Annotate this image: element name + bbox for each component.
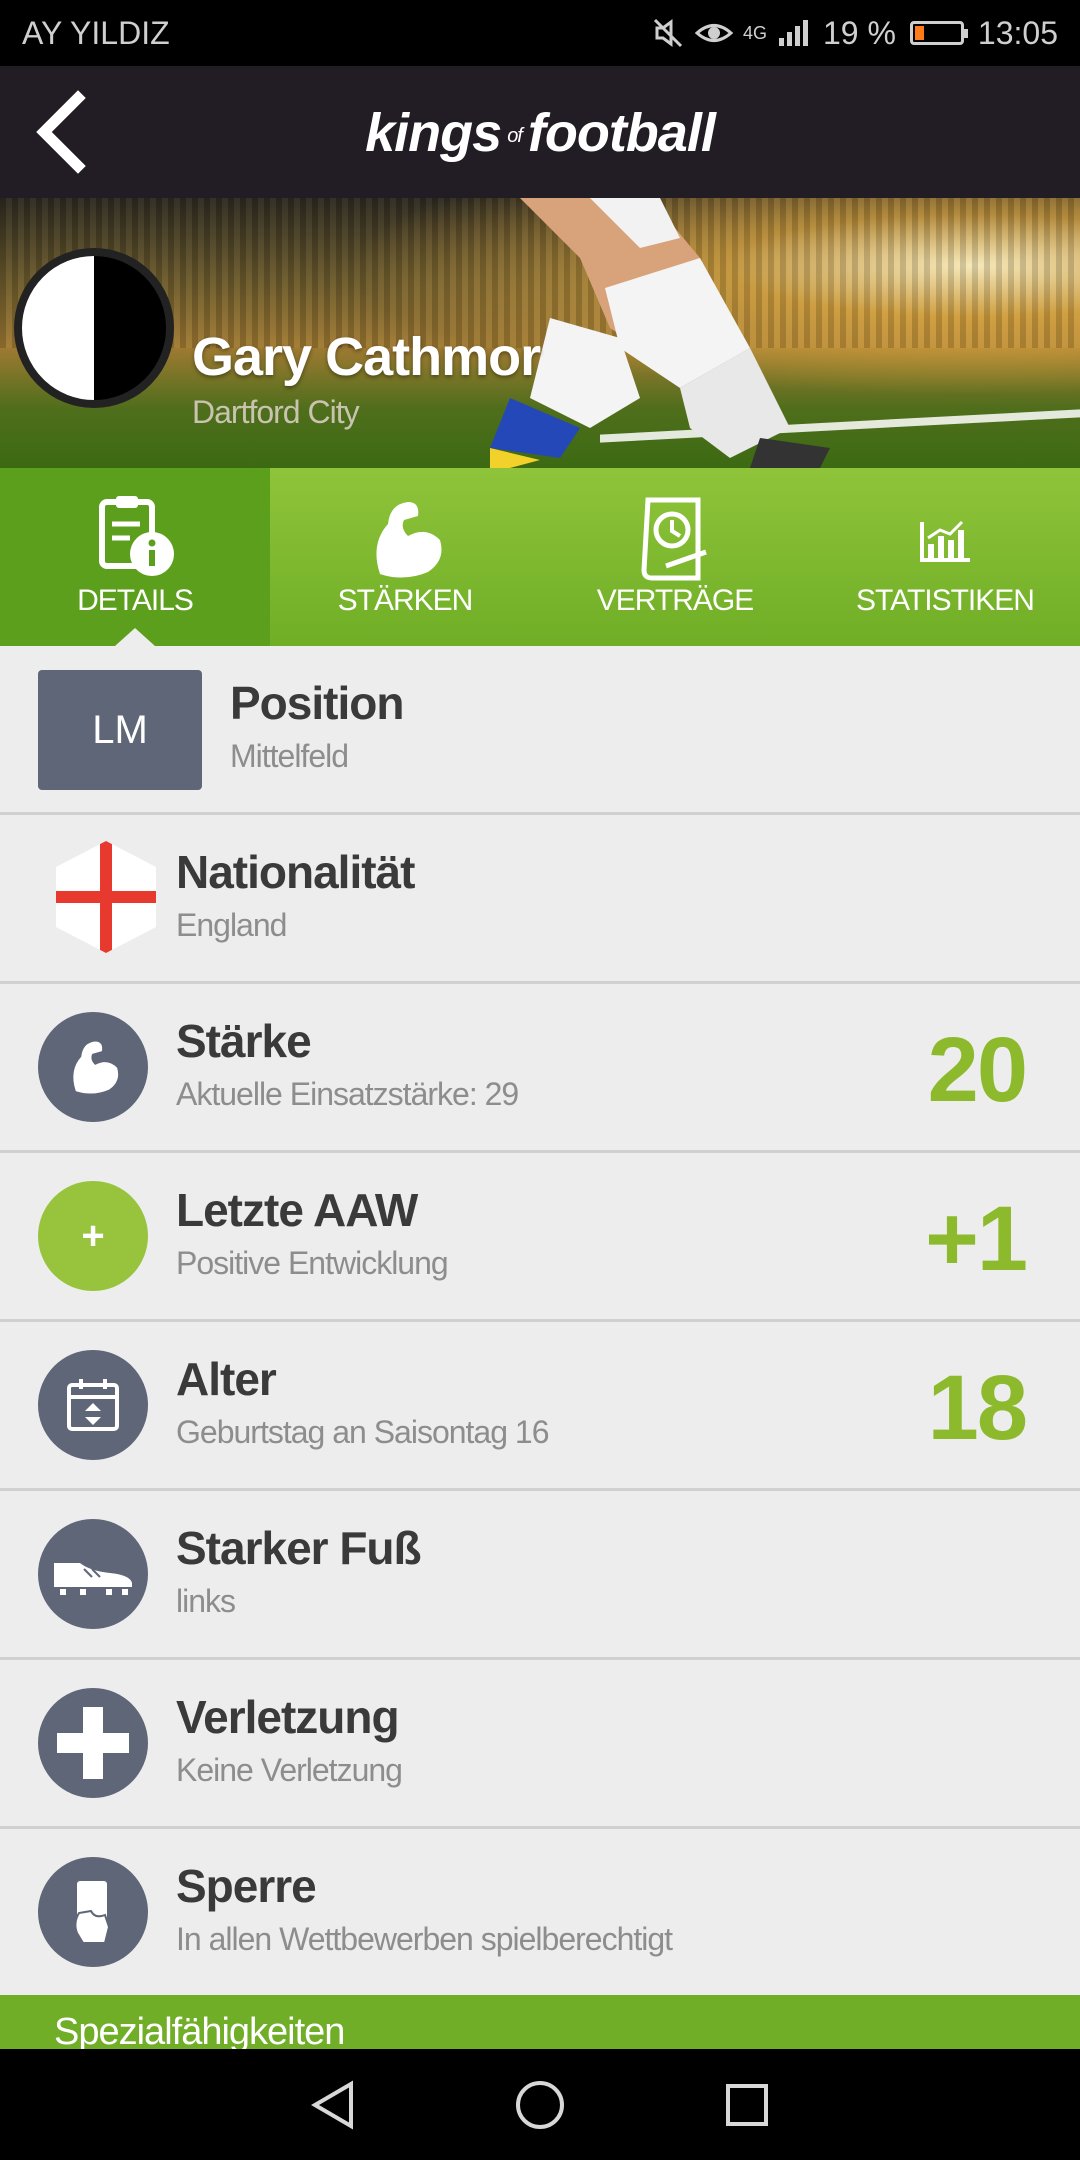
tab-label: DETAILS bbox=[77, 584, 194, 617]
tab-label: VERTRÄGE bbox=[596, 584, 755, 617]
app-header: kings of football bbox=[0, 66, 1080, 198]
tab-staerken[interactable]: STÄRKEN bbox=[270, 468, 540, 646]
info-document-icon bbox=[99, 496, 174, 576]
eye-icon bbox=[694, 24, 733, 42]
club-badge bbox=[14, 248, 174, 408]
row-subtitle: Keine Verletzung bbox=[176, 1752, 403, 1788]
signal-icon bbox=[778, 20, 808, 46]
card-hand-icon bbox=[38, 1857, 148, 1967]
row-subtitle: Geburtstag an Saisontag 16 bbox=[176, 1414, 549, 1450]
flexed-arm-icon bbox=[376, 502, 442, 578]
row-subtitle: Aktuelle Einsatzstärke: 29 bbox=[176, 1076, 519, 1112]
battery-icon bbox=[909, 21, 968, 45]
system-nav-bar bbox=[0, 2049, 1080, 2160]
status-icons: 4G 19 % 13:05 bbox=[651, 15, 1058, 52]
football-boot-icon bbox=[38, 1519, 148, 1629]
active-tab-indicator bbox=[115, 628, 155, 646]
contract-clock-icon bbox=[641, 497, 707, 581]
nav-back-button[interactable] bbox=[301, 2073, 365, 2137]
player-hero: Gary Cathmor Dartford City bbox=[0, 198, 1080, 468]
row-title: Letzte AAW bbox=[176, 1184, 418, 1236]
carrier-label: AY YILDIZ bbox=[22, 14, 170, 51]
row-subtitle: Mittelfeld bbox=[230, 738, 349, 774]
detail-row-age[interactable]: Alter Geburtstag an Saisontag 16 18 bbox=[0, 1322, 1080, 1491]
detail-row-position[interactable]: LM Position Mittelfeld bbox=[0, 646, 1080, 815]
tab-statistiken[interactable]: STATISTIKEN bbox=[810, 468, 1080, 646]
network-label: 4G bbox=[742, 22, 767, 43]
status-bar: AY YILDIZ 4G 19 % 13:05 bbox=[0, 0, 1080, 66]
tab-label: STÄRKEN bbox=[337, 584, 474, 617]
square-recents-icon bbox=[725, 2083, 768, 2126]
tab-vertraege[interactable]: VERTRÄGE bbox=[540, 468, 810, 646]
age-value: 18 bbox=[927, 1357, 1028, 1459]
row-title: Sperre bbox=[176, 1860, 317, 1912]
player-details-list: LM Position Mittelfeld Nationalität Engl… bbox=[0, 646, 1080, 1998]
medical-cross-icon bbox=[38, 1688, 148, 1798]
row-title: Nationalität bbox=[176, 846, 415, 898]
england-flag-icon bbox=[56, 841, 156, 953]
detail-row-strength[interactable]: Stärke Aktuelle Einsatzstärke: 29 20 bbox=[0, 984, 1080, 1153]
special-abilities-header[interactable]: Spezialfähigkeiten bbox=[0, 1995, 1080, 2049]
row-subtitle: In allen Wettbewerben spielberechtigt bbox=[176, 1921, 673, 1957]
detail-row-last-aaw[interactable]: + Letzte AAW Positive Entwicklung +1 bbox=[0, 1153, 1080, 1322]
position-badge: LM bbox=[38, 670, 202, 790]
player-photo bbox=[490, 198, 830, 468]
detail-row-injury[interactable]: Verletzung Keine Verletzung bbox=[0, 1660, 1080, 1829]
strength-value: 20 bbox=[927, 1019, 1028, 1121]
bar-chart-icon bbox=[920, 520, 970, 562]
battery-percent: 19 % bbox=[822, 14, 896, 51]
clock: 13:05 bbox=[977, 14, 1058, 51]
nav-recents-button[interactable] bbox=[715, 2073, 779, 2137]
row-title: Stärke bbox=[176, 1015, 312, 1067]
calendar-icon bbox=[38, 1350, 148, 1460]
flexed-arm-icon bbox=[38, 1012, 148, 1122]
tab-details[interactable]: DETAILS bbox=[0, 468, 270, 646]
detail-row-suspension[interactable]: Sperre In allen Wettbewerben spielberech… bbox=[0, 1829, 1080, 1998]
tab-bar: DETAILS STÄRKEN VERTRÄGE STATISTIKEN bbox=[0, 468, 1080, 646]
detail-row-strong-foot[interactable]: Starker Fuß links bbox=[0, 1491, 1080, 1660]
player-name: Gary Cathmor bbox=[192, 327, 541, 387]
row-subtitle: England bbox=[176, 907, 287, 943]
triangle-back-icon bbox=[311, 2080, 354, 2129]
plus-icon: + bbox=[38, 1181, 148, 1291]
player-club: Dartford City bbox=[192, 394, 360, 430]
detail-row-nationality[interactable]: Nationalität England bbox=[0, 815, 1080, 984]
row-subtitle: links bbox=[176, 1583, 236, 1619]
row-title: Starker Fuß bbox=[176, 1522, 422, 1574]
app-logo: kings of football bbox=[365, 103, 716, 163]
tab-label: STATISTIKEN bbox=[856, 584, 1035, 617]
row-subtitle: Positive Entwicklung bbox=[176, 1245, 449, 1281]
row-title: Verletzung bbox=[176, 1691, 400, 1743]
nav-home-button[interactable] bbox=[508, 2073, 572, 2137]
row-title: Alter bbox=[176, 1353, 277, 1405]
circle-home-icon bbox=[515, 2080, 564, 2129]
mute-icon bbox=[653, 18, 683, 48]
aaw-value: +1 bbox=[925, 1188, 1028, 1290]
row-title: Position bbox=[230, 677, 404, 729]
